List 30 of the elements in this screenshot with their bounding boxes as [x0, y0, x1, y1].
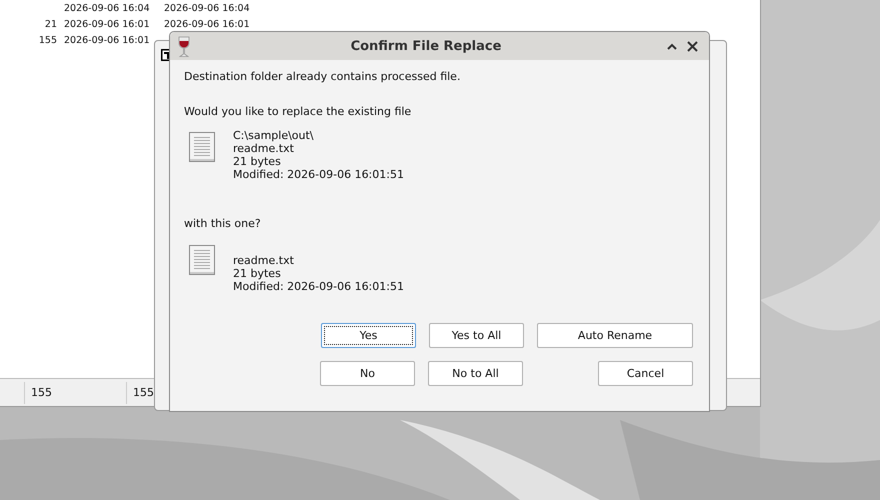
wine-glass-icon: [178, 36, 190, 58]
file-info-text: readme.txt: [233, 254, 295, 267]
caret-up-icon: [667, 42, 677, 50]
file-info-text: 21 bytes: [233, 267, 282, 280]
dialog-button[interactable]: Auto Rename: [537, 323, 693, 348]
date-cell-text: 2026-09-06 16:04: [64, 2, 151, 14]
date-cell-text: 2026-09-06 16:01: [164, 18, 251, 30]
size-cell-text: 21: [44, 18, 58, 30]
file-info-text: Modified: 2026-09-06 16:01:51: [233, 168, 404, 181]
date-cell-text: 2026-09-06 16:01: [64, 34, 151, 46]
dialog-button[interactable]: Yes: [321, 323, 416, 348]
file-info-text: 21 bytes: [233, 155, 282, 168]
message-text: Destination folder already contains processed file.: [184, 70, 462, 83]
question-text: Would you like to replace the existing file: [184, 105, 412, 118]
date-cell-text: 2026-09-06 16:04: [164, 2, 251, 14]
document-icon: [189, 132, 215, 162]
date-cell-text: 2026-09-06 16:01: [64, 18, 151, 30]
status-cell: 155: [25, 382, 127, 404]
dialog-button[interactable]: Yes to All: [429, 323, 524, 348]
with-text: with this one?: [184, 217, 262, 230]
close-icon: [687, 40, 698, 52]
window-title: Confirm File Replace: [350, 38, 502, 54]
dialog-button[interactable]: Cancel: [598, 361, 693, 386]
file-info-text: Modified: 2026-09-06 16:01:51: [233, 280, 404, 293]
dialog-button[interactable]: No to All: [428, 361, 523, 386]
file-info-text: readme.txt: [233, 142, 295, 155]
dialog-button[interactable]: No: [320, 361, 415, 386]
file-info-text: C:\sample\out\: [233, 129, 315, 142]
size-cell-text: 155: [38, 34, 58, 46]
document-icon: [189, 245, 215, 275]
